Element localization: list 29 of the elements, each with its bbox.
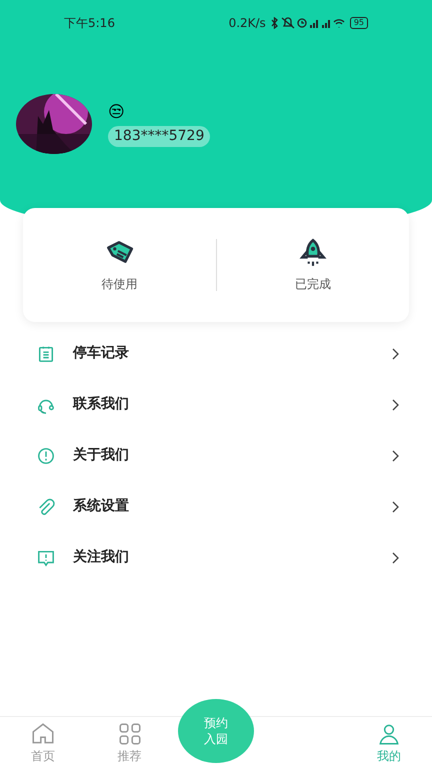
menu-item[interactable]: 停车记录 [73,343,129,364]
list-icon [37,344,55,362]
message-alert-icon [37,548,55,566]
chevron-right-icon[interactable] [391,348,399,360]
menu-item[interactable]: 系统设置 [73,496,129,517]
menu-item[interactable]: 联系我们 [73,394,129,415]
order-label[interactable]: 待使用 [101,275,138,293]
signal-icon [322,20,330,28]
chevron-right-icon[interactable] [391,552,399,564]
signal-icon [310,20,318,28]
paperclip-icon [37,498,55,516]
home-icon[interactable] [30,720,56,746]
order-label[interactable]: 已完成 [294,275,331,293]
network-speed: 0.2K/s [228,15,266,32]
phone-number: 183****5729 [108,126,210,146]
battery-icon: 95 [350,17,368,29]
bluetooth-icon [271,17,278,29]
menu-item[interactable]: 关于我们 [73,445,129,466]
status-time: 下午5:16 [64,15,115,32]
chevron-right-icon[interactable] [391,398,399,410]
chevron-right-icon[interactable] [391,500,399,512]
bell-muted-icon [281,17,294,29]
alarm-icon [297,18,306,28]
grid-icon[interactable] [116,720,143,746]
wifi-icon [333,19,344,28]
chevron-right-icon[interactable] [391,450,399,462]
emoji-nickname: 😒 [108,102,125,122]
menu-item[interactable]: 关注我们 [73,547,129,568]
exclamation-circle-icon [37,446,55,464]
